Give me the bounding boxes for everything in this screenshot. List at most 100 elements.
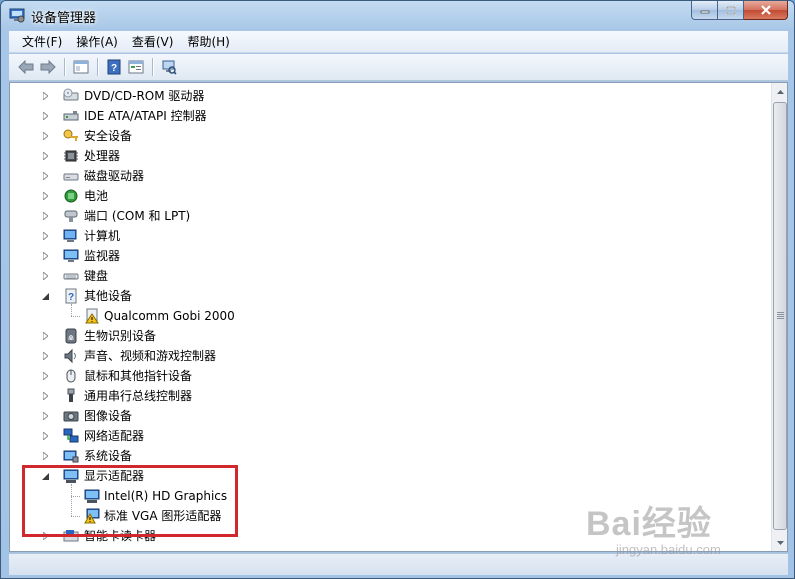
tree-item-label: 鼠标和其他指针设备	[84, 369, 193, 383]
scan-hardware-button[interactable]	[158, 56, 180, 78]
tree-item-label: 标准 VGA 图形适配器	[104, 509, 222, 523]
expand-arrow-icon[interactable]	[40, 411, 50, 421]
tree-category-item[interactable]: 处理器	[10, 146, 750, 166]
toolbar-separator	[64, 58, 65, 76]
tree-item-label: 其他设备	[84, 289, 133, 303]
show-hide-console-tree-button[interactable]	[70, 56, 92, 78]
tree-device-item[interactable]: Qualcomm Gobi 2000	[10, 306, 750, 326]
properties-button[interactable]	[125, 56, 147, 78]
menu-view[interactable]: 查看(V)	[125, 33, 181, 50]
tree-category-item[interactable]: 端口 (COM 和 LPT)	[10, 206, 750, 226]
minimize-button[interactable]	[691, 1, 718, 20]
scroll-down-button[interactable]	[772, 534, 788, 551]
expand-arrow-icon[interactable]	[40, 331, 50, 341]
expand-arrow-icon[interactable]	[40, 91, 50, 101]
tree-item-label: 键盘	[84, 269, 109, 283]
tree-category-item[interactable]: 智能卡读卡器	[10, 526, 750, 546]
tree-item-label: 通用串行总线控制器	[84, 389, 193, 403]
tree-category-item[interactable]: DVD/CD-ROM 驱动器	[10, 86, 750, 106]
status-bar	[9, 553, 788, 575]
forward-button[interactable]	[37, 56, 59, 78]
collapse-arrow-icon[interactable]	[40, 471, 50, 481]
tree-connector-line	[71, 304, 72, 316]
back-button[interactable]	[15, 56, 37, 78]
vertical-scrollbar[interactable]	[771, 83, 787, 551]
tree-item-label: 系统设备	[84, 449, 133, 463]
tree-category-item[interactable]: 通用串行总线控制器	[10, 386, 750, 406]
speaker-icon	[63, 348, 79, 364]
tree-category-item[interactable]: 网络适配器	[10, 426, 750, 446]
expand-arrow-icon[interactable]	[40, 351, 50, 361]
warning-display-icon	[84, 508, 100, 524]
camera-icon	[63, 408, 79, 424]
collapse-arrow-icon[interactable]	[40, 291, 50, 301]
close-button[interactable]	[744, 1, 788, 20]
menu-help[interactable]: 帮助(H)	[180, 33, 236, 50]
usb-icon	[63, 388, 79, 404]
menu-bar: 文件(F) 操作(A) 查看(V) 帮助(H)	[9, 31, 788, 53]
properties-icon	[128, 60, 144, 74]
tree-item-label: 处理器	[84, 149, 121, 163]
expand-arrow-icon[interactable]	[40, 451, 50, 461]
expand-arrow-icon[interactable]	[40, 531, 50, 541]
tree-category-item[interactable]: 监视器	[10, 246, 750, 266]
expand-arrow-icon[interactable]	[40, 371, 50, 381]
tree-device-item[interactable]: Intel(R) HD Graphics	[10, 486, 750, 506]
svg-text:?: ?	[68, 292, 74, 303]
window-title: 设备管理器	[31, 11, 97, 26]
tree-category-item[interactable]: 系统设备	[10, 446, 750, 466]
expand-arrow-icon[interactable]	[40, 211, 50, 221]
keyboard-icon	[63, 268, 79, 284]
expand-arrow-icon[interactable]	[40, 251, 50, 261]
tree-item-label: IDE ATA/ATAPI 控制器	[84, 109, 207, 123]
svg-text:?: ?	[111, 63, 117, 74]
tree-category-item[interactable]: IDE ATA/ATAPI 控制器	[10, 106, 750, 126]
tree-category-item[interactable]: 显示适配器	[10, 466, 750, 486]
tree-category-item[interactable]: 计算机	[10, 226, 750, 246]
back-arrow-icon	[18, 60, 34, 74]
scroll-up-arrow-icon	[776, 89, 784, 94]
dvd-drive-icon	[63, 88, 79, 104]
computer-icon	[63, 228, 79, 244]
expand-arrow-icon[interactable]	[40, 191, 50, 201]
tree-category-item[interactable]: 鼠标和其他指针设备	[10, 366, 750, 386]
port-icon	[63, 208, 79, 224]
help-button[interactable]: ?	[103, 56, 125, 78]
device-tree-panel: DVD/CD-ROM 驱动器 IDE ATA/ATAPI 控制器安全设备处理器磁盘…	[9, 82, 788, 552]
expand-arrow-icon[interactable]	[40, 151, 50, 161]
menu-file[interactable]: 文件(F)	[15, 33, 69, 50]
expand-arrow-icon[interactable]	[40, 391, 50, 401]
tree-category-item[interactable]: 键盘	[10, 266, 750, 286]
tree-category-item[interactable]: 安全设备	[10, 126, 750, 146]
tree-category-item[interactable]: 磁盘驱动器	[10, 166, 750, 186]
toolbar-separator	[97, 58, 98, 76]
tree-category-item[interactable]: 生物识别设备	[10, 326, 750, 346]
tree-connector-line	[71, 484, 72, 516]
window-controls	[691, 1, 788, 21]
ide-controller-icon	[63, 108, 79, 124]
expand-arrow-icon[interactable]	[40, 111, 50, 121]
tree-category-item[interactable]: 声音、视频和游戏控制器	[10, 346, 750, 366]
expand-arrow-icon[interactable]	[40, 431, 50, 441]
tree-item-label: DVD/CD-ROM 驱动器	[84, 89, 205, 103]
tree-category-item[interactable]: 电池	[10, 186, 750, 206]
mouse-icon	[63, 368, 79, 384]
warning-device-icon	[84, 308, 100, 324]
expand-arrow-icon[interactable]	[40, 271, 50, 281]
tree-item-label: 声音、视频和游戏控制器	[84, 349, 217, 363]
forward-arrow-icon	[40, 60, 56, 74]
expand-arrow-icon[interactable]	[40, 231, 50, 241]
scroll-up-button[interactable]	[772, 83, 788, 100]
unknown-device-icon: ?	[63, 288, 79, 304]
minimize-icon	[700, 10, 709, 14]
expand-arrow-icon[interactable]	[40, 171, 50, 181]
menu-action[interactable]: 操作(A)	[69, 33, 125, 50]
expand-arrow-icon[interactable]	[40, 131, 50, 141]
tree-category-item[interactable]: ? 其他设备	[10, 286, 750, 306]
maximize-button[interactable]	[718, 1, 744, 20]
scrollbar-thumb[interactable]	[773, 102, 787, 530]
title-bar[interactable]: 设备管理器	[1, 1, 794, 29]
help-icon: ?	[107, 59, 121, 75]
tree-category-item[interactable]: 图像设备	[10, 406, 750, 426]
tree-device-item[interactable]: 标准 VGA 图形适配器	[10, 506, 750, 526]
